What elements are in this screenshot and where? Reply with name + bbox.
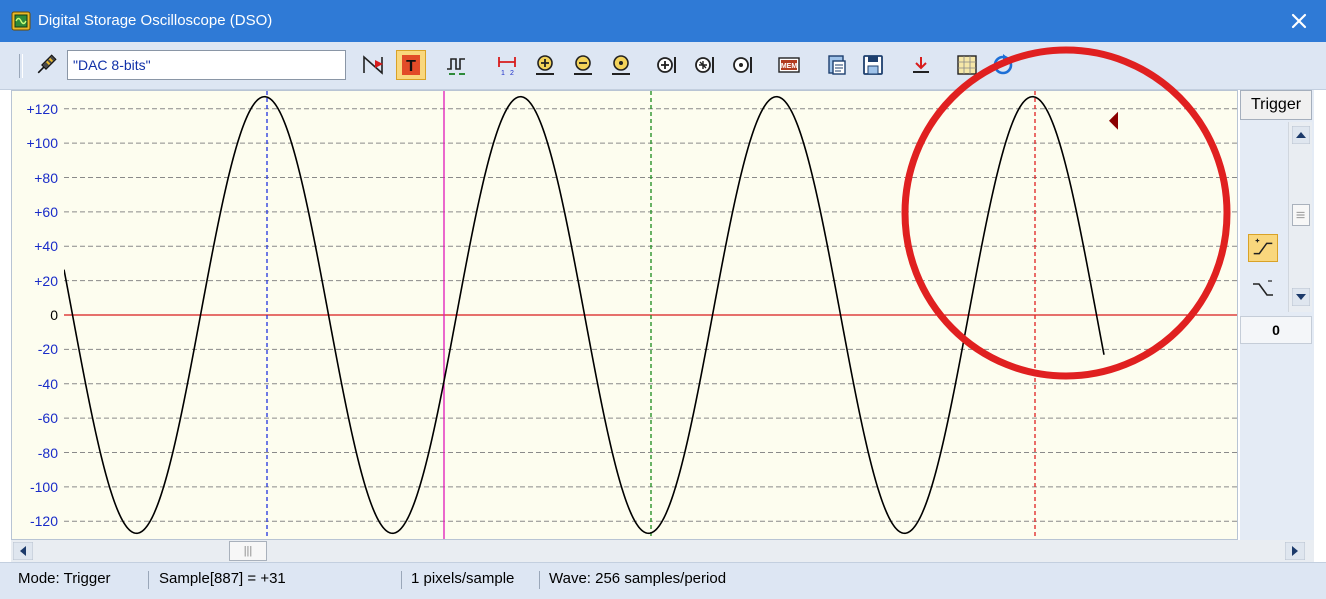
channel-input[interactable]	[67, 50, 346, 80]
zoom-in-icon	[536, 55, 554, 75]
status-zoom: 1 pixels/sample	[411, 570, 515, 587]
status-wave: Wave: 256 samples/period	[549, 570, 727, 587]
trigger-mode-button[interactable]	[358, 50, 388, 80]
horizontal-scrollbar[interactable]: |||	[11, 540, 1314, 562]
y-tick-label: +80	[34, 169, 58, 186]
y-tick-label: +120	[26, 100, 58, 117]
zoom-x-out-icon	[695, 57, 714, 73]
y-tick-label: -40	[37, 375, 58, 392]
y-tick-label: +60	[34, 203, 58, 220]
zoom-x-fit-icon	[733, 57, 752, 73]
zoom-out-button[interactable]	[568, 50, 598, 80]
grid-icon	[957, 55, 977, 75]
refresh-icon	[993, 54, 1013, 75]
y-tick-label: +40	[34, 238, 58, 255]
svg-text:1: 1	[501, 70, 505, 77]
zoom-x-fit-button[interactable]	[728, 50, 758, 80]
status-sample: Sample[887] = +31	[159, 570, 286, 587]
horizontal-scroll-thumb[interactable]: |||	[229, 541, 267, 561]
probe-icon[interactable]	[34, 53, 58, 77]
save-button[interactable]	[858, 50, 888, 80]
y-tick-label: +20	[34, 272, 58, 289]
status-mode: Mode: Trigger	[18, 570, 111, 587]
scroll-right-icon[interactable]	[1285, 542, 1305, 560]
toolbar: T 1 2	[0, 42, 1326, 90]
refresh-button[interactable]	[988, 50, 1018, 80]
zoom-in-button[interactable]	[530, 50, 560, 80]
y-tick-label: -100	[29, 478, 58, 495]
status-separator	[401, 571, 402, 589]
grid-button[interactable]	[952, 50, 982, 80]
memory-button[interactable]: MEM	[774, 50, 804, 80]
y-axis: +120 +100 +80 +60 +40 +20 0 -20 -40 -60 -80 -100 -12…	[12, 91, 64, 539]
signal-button[interactable]	[442, 50, 472, 80]
trigger-toggle-icon: T	[402, 55, 420, 75]
trigger-level-thumb[interactable]	[1292, 204, 1310, 226]
save-icon	[863, 55, 883, 75]
cursor-measure-button[interactable]: 1 2	[492, 50, 522, 80]
waveform-plot[interactable]	[64, 91, 1237, 539]
copy-button[interactable]	[822, 50, 852, 80]
trigger-mode-icon	[363, 55, 383, 75]
zoom-fit-icon	[612, 55, 630, 75]
zoom-x-out-button[interactable]	[690, 50, 720, 80]
zoom-fit-button[interactable]	[606, 50, 636, 80]
trigger-level-value: 0	[1240, 316, 1312, 344]
scroll-left-icon[interactable]	[13, 542, 33, 560]
oscilloscope-chip-icon	[11, 11, 31, 31]
rising-edge-icon[interactable]	[1248, 234, 1278, 262]
toolbar-grip[interactable]	[19, 54, 23, 78]
trigger-button[interactable]: Trigger	[1240, 90, 1312, 120]
status-separator	[539, 571, 540, 589]
trigger-level-scrollbar[interactable]	[1288, 122, 1312, 312]
falling-edge-icon[interactable]	[1248, 275, 1278, 303]
y-tick-label: -60	[37, 410, 58, 427]
copy-icon	[828, 55, 846, 75]
status-separator	[148, 571, 149, 589]
signal-icon	[447, 58, 465, 75]
grip-lines-icon	[1296, 211, 1305, 219]
y-tick-label: -80	[37, 444, 58, 461]
y-tick-label: -120	[29, 513, 58, 530]
zoom-x-in-button[interactable]	[652, 50, 682, 80]
memory-label: MEM	[781, 63, 798, 70]
export-button[interactable]	[906, 50, 936, 80]
trigger-toggle-button[interactable]: T	[396, 50, 426, 80]
y-tick-label: 0	[50, 307, 58, 323]
svg-text:2: 2	[510, 70, 514, 77]
cursor-measure-icon: 1 2	[498, 57, 516, 77]
close-button[interactable]	[1284, 6, 1314, 36]
trigger-panel: Trigger 0	[1240, 90, 1314, 540]
export-icon	[913, 57, 929, 73]
scroll-down-icon[interactable]	[1292, 288, 1310, 306]
zoom-x-in-icon	[657, 57, 676, 73]
scroll-up-icon[interactable]	[1292, 126, 1310, 144]
trigger-letter: T	[406, 58, 416, 75]
y-tick-label: -20	[37, 341, 58, 358]
status-bar: Mode: Trigger Sample[887] = +31 1 pixels…	[0, 562, 1326, 599]
title-bar: Digital Storage Oscilloscope (DSO)	[0, 0, 1326, 42]
y-tick-label: +100	[26, 135, 58, 152]
window-title: Digital Storage Oscilloscope (DSO)	[38, 12, 273, 29]
plot-area[interactable]: +120 +100 +80 +60 +40 +20 0 -20 -40 -60 -80 -100 -12…	[11, 90, 1238, 540]
memory-icon: MEM	[778, 57, 800, 73]
zoom-out-icon	[574, 55, 592, 75]
